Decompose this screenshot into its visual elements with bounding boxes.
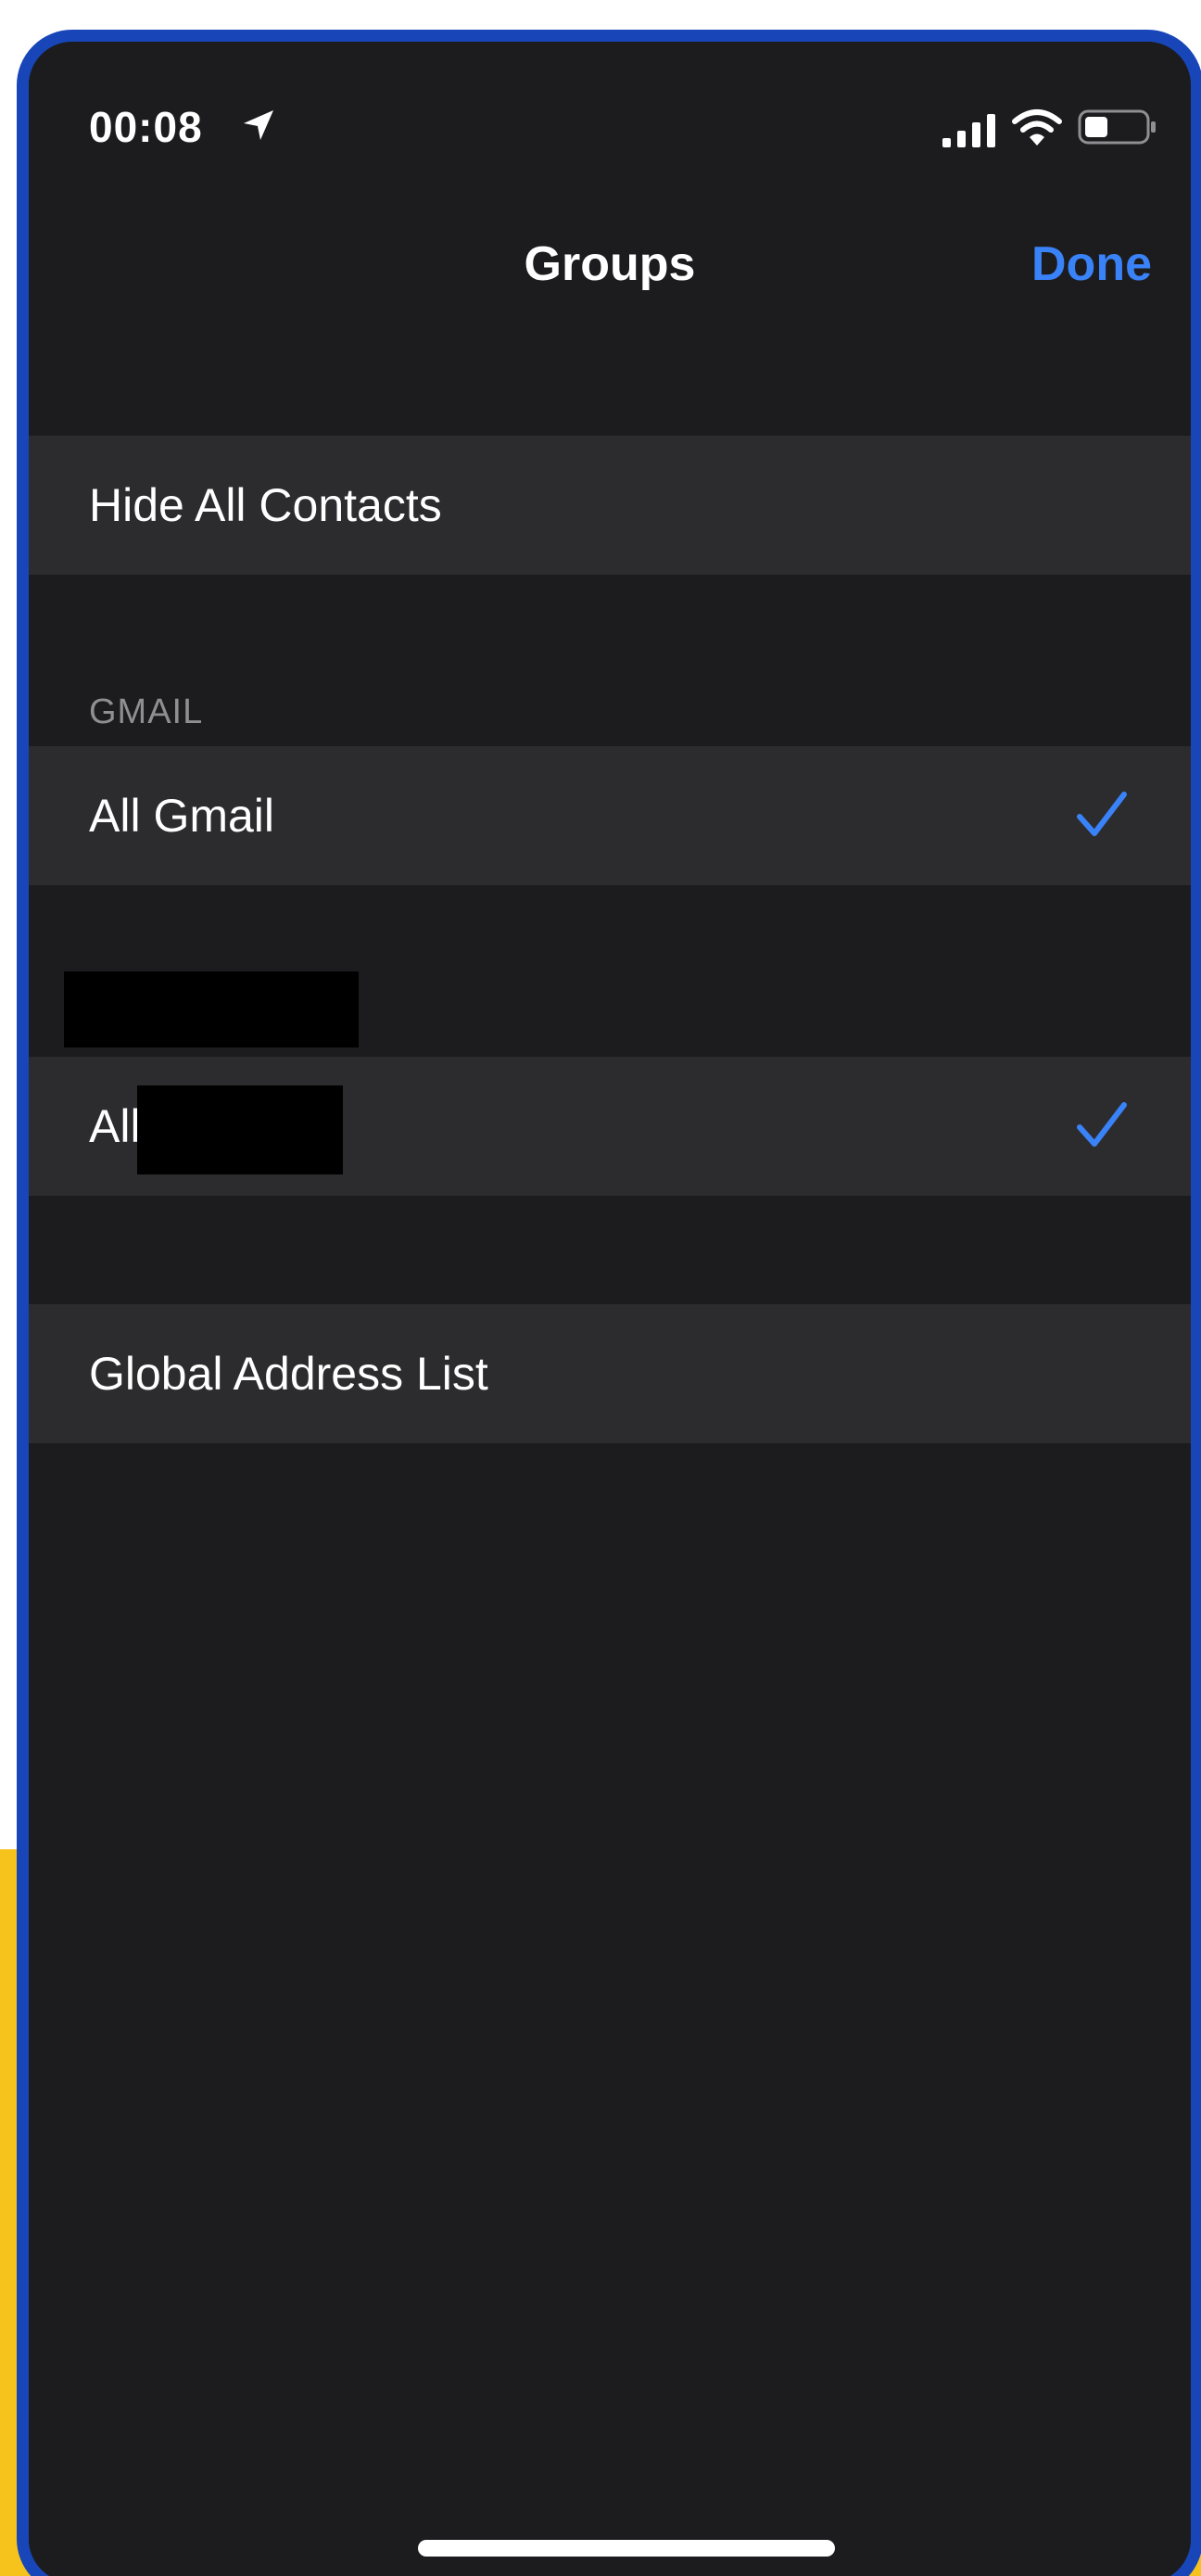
groups-list: Hide All Contacts GMAIL All Gmail All Gl… bbox=[29, 329, 1191, 2576]
section-header-gmail: GMAIL bbox=[89, 692, 204, 731]
all-redacted-account-label: All bbox=[89, 1100, 141, 1152]
status-bar: 00:08 bbox=[29, 42, 1191, 209]
done-button[interactable]: Done bbox=[1031, 236, 1152, 292]
home-indicator bbox=[418, 2540, 835, 2557]
page-title: Groups bbox=[524, 237, 696, 291]
screenshot-page: 00:08 Groups Done Hide All Contacts GMAI… bbox=[0, 0, 1201, 2576]
location-arrow-icon bbox=[244, 110, 273, 140]
phone-screen: 00:08 Groups Done Hide All Contacts GMAI… bbox=[17, 30, 1201, 2576]
redacted-account-name bbox=[137, 1085, 343, 1174]
all-gmail-label: All Gmail bbox=[89, 790, 275, 842]
cellular-signal-icon bbox=[942, 114, 995, 147]
redacted-section-header bbox=[64, 971, 359, 1047]
checkmark-icon bbox=[1077, 792, 1127, 836]
battery-icon bbox=[1078, 109, 1156, 145]
all-redacted-account-row[interactable]: All bbox=[29, 1057, 1191, 1196]
global-address-list-row[interactable]: Global Address List bbox=[29, 1304, 1191, 1443]
navigation-bar: Groups Done bbox=[29, 209, 1191, 329]
hide-all-contacts-row[interactable]: Hide All Contacts bbox=[29, 436, 1191, 575]
hide-all-contacts-label: Hide All Contacts bbox=[89, 479, 442, 531]
wifi-icon bbox=[1012, 109, 1062, 146]
global-address-list-label: Global Address List bbox=[89, 1348, 488, 1400]
status-time: 00:08 bbox=[89, 103, 203, 151]
all-gmail-row[interactable]: All Gmail bbox=[29, 746, 1191, 885]
checkmark-icon bbox=[1077, 1102, 1127, 1147]
